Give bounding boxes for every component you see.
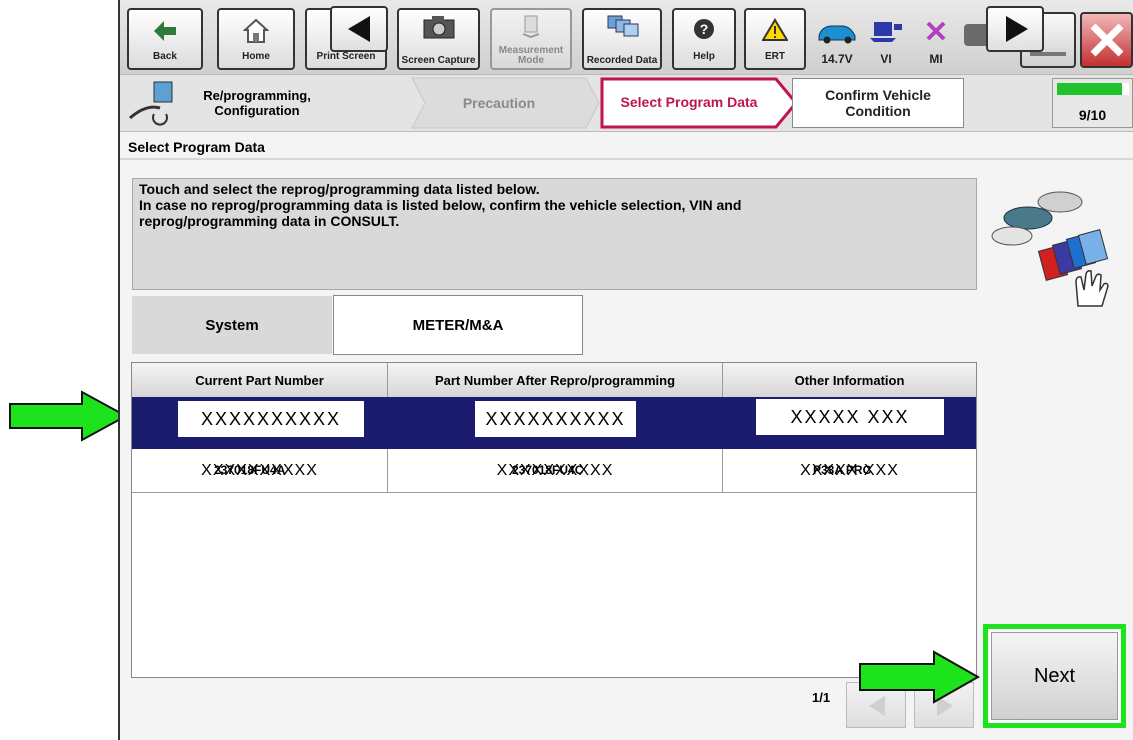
- step-precaution: Precaution: [462, 95, 536, 111]
- row-2-part-after-value: 237018FU4C: [512, 463, 584, 477]
- mi-status: MI: [914, 8, 958, 70]
- reprogramming-icon: [129, 81, 173, 126]
- measurement-mode-label: Measurement Mode: [498, 45, 564, 66]
- selected-current-part-cell: XXXXXXXXXX: [176, 399, 366, 439]
- row-2-other-info-value: P33A PRC: [813, 463, 872, 477]
- page-indicator: 1/1: [812, 690, 831, 705]
- ert-button[interactable]: ERT: [744, 8, 806, 70]
- measurement-mode-button[interactable]: Measurement Mode: [490, 8, 572, 70]
- select-data-illustration-icon: [991, 191, 1109, 307]
- vi-label: VI: [880, 52, 892, 66]
- system-label: System: [132, 296, 332, 354]
- screen-capture-button[interactable]: Screen Capture: [397, 8, 480, 70]
- minimize-icon: [1030, 52, 1066, 56]
- column-header-current-part: Current Part Number: [132, 363, 388, 397]
- camera-icon: [423, 16, 454, 39]
- back-label: Back: [153, 51, 177, 62]
- warning-icon: [762, 18, 788, 41]
- home-icon: [243, 18, 269, 43]
- home-button[interactable]: Home: [217, 8, 295, 70]
- progress-indicator: 9/10: [1052, 78, 1133, 128]
- table-row-2-part-after[interactable]: XXXXXXXXXX 237018FU4C: [388, 449, 723, 493]
- program-data-table: Current Part Number Part Number After Re…: [131, 362, 977, 678]
- page-title: Select Program Data: [128, 139, 265, 155]
- next-step-button[interactable]: [986, 6, 1044, 52]
- row-2-current-part-value: 237018FU4A: [214, 463, 286, 477]
- column-header-other-info: Other Information: [723, 363, 976, 397]
- recorded-data-button[interactable]: Recorded Data: [582, 8, 662, 70]
- recorded-data-icon: [607, 15, 639, 37]
- mi-disconnected-icon: [926, 21, 946, 41]
- instruction-line-2: In case no reprog/programming data is li…: [139, 197, 742, 213]
- recorded-data-label: Recorded Data: [586, 55, 658, 66]
- battery-voltage-value: 14.7V: [821, 52, 853, 66]
- breadcrumb: Re/programming, Configuration: [203, 88, 311, 118]
- previous-step-button[interactable]: [330, 6, 388, 52]
- help-label: Help: [693, 51, 715, 62]
- screen-capture-label: Screen Capture: [401, 55, 476, 66]
- step-select-program-data: Select Program Data: [620, 94, 758, 110]
- help-icon: ?: [694, 19, 714, 39]
- table-row-2-other-info[interactable]: XXXXX XXX P33A PRC: [723, 449, 976, 493]
- svg-text:?: ?: [700, 21, 709, 37]
- ert-label: ERT: [765, 51, 785, 62]
- title-divider: [120, 158, 1133, 160]
- pointer-arrow-icon: [859, 650, 981, 704]
- progress-fill: [1057, 83, 1122, 95]
- car-icon: [818, 25, 856, 44]
- arrow-right-icon: [1006, 16, 1028, 42]
- selected-part-after-cell: XXXXXXXXXX: [473, 399, 638, 439]
- step-confirm-vehicle-condition: Confirm Vehicle Condition: [825, 87, 931, 119]
- instruction-line-3: reprog/programming data in CONSULT.: [139, 213, 400, 229]
- instruction-line-1: Touch and select the reprog/programming …: [139, 181, 540, 197]
- print-screen-label: Print Screen: [316, 51, 376, 62]
- system-value: METER/M&A: [333, 295, 583, 355]
- column-header-part-after: Part Number After Repro/programming: [388, 363, 723, 397]
- arrow-left-icon: [348, 16, 370, 42]
- progress-track: [1057, 83, 1129, 95]
- table-row-2-current-part[interactable]: XXXXXXXXXX 237018FU4A: [132, 449, 388, 493]
- home-label: Home: [242, 51, 270, 62]
- instructions-panel: Touch and select the reprog/programming …: [132, 178, 977, 290]
- battery-voltage-status: 14.7V: [812, 8, 862, 70]
- back-button[interactable]: Back: [127, 8, 203, 70]
- back-arrow-icon: [154, 21, 176, 41]
- next-button[interactable]: Next: [991, 632, 1118, 720]
- measurement-icon: [522, 15, 540, 38]
- selected-other-info-cell: XXXXX XXX: [754, 397, 946, 437]
- vi-connection-icon: [870, 22, 902, 42]
- vi-status: VI: [866, 8, 906, 70]
- pointer-arrow-icon: [9, 390, 129, 442]
- mi-label: MI: [929, 52, 943, 66]
- close-button[interactable]: [1080, 12, 1133, 68]
- help-button[interactable]: ? Help: [672, 8, 736, 70]
- close-icon: [1090, 23, 1124, 57]
- progress-text: 9/10: [1078, 107, 1107, 123]
